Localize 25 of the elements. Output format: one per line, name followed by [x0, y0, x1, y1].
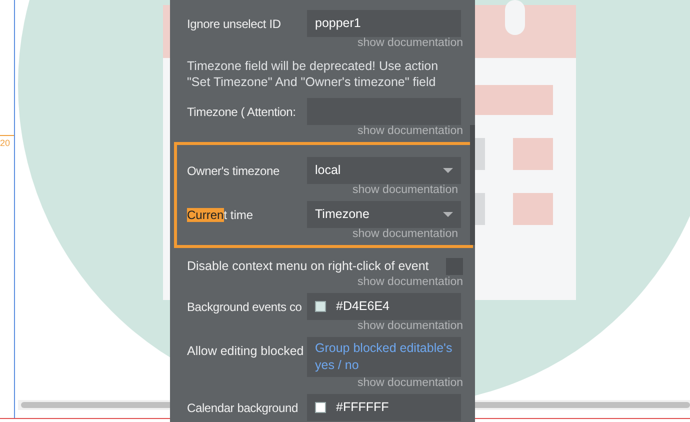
show-documentation-link[interactable]: show documentation — [358, 275, 463, 289]
show-documentation-link[interactable]: show documentation — [352, 183, 458, 197]
show-documentation-link[interactable]: show documentation — [358, 124, 463, 138]
caret-icon — [443, 212, 453, 217]
show-documentation-link[interactable]: show documentation — [352, 227, 458, 241]
property-label: Timezone ( Attention: — [187, 104, 297, 120]
color-field[interactable]: #D4E6E4 — [307, 293, 461, 320]
text-field[interactable]: popper1 — [307, 10, 461, 37]
caret-icon — [443, 168, 453, 173]
expression-field[interactable]: Group blocked editable's yes / no — [307, 337, 461, 377]
property-label: Disable context menu on right-click of event — [187, 258, 429, 275]
property-label: Background events co — [187, 298, 303, 316]
property-label: Allow editing blocked — [187, 343, 305, 360]
property-label: Ignore unselect ID — [187, 16, 282, 32]
dropdown[interactable]: local — [307, 157, 461, 184]
ruler-mark: 20 — [0, 137, 10, 150]
show-documentation-link[interactable]: show documentation — [358, 376, 463, 390]
show-documentation-link[interactable]: show documentation — [358, 36, 463, 50]
dropdown[interactable]: Timezone — [307, 201, 461, 228]
color-field[interactable]: #FFFFFF — [307, 394, 461, 421]
show-documentation-link[interactable]: show documentation — [358, 319, 463, 333]
property-label: Current time — [187, 206, 254, 224]
property-label: Owner's timezone — [187, 162, 280, 180]
deprecation-notice: Timezone field will be deprecated! Use action "Set Timezone" And "Owner's timezone" field — [187, 58, 440, 91]
property-label: Calendar background — [187, 400, 299, 416]
